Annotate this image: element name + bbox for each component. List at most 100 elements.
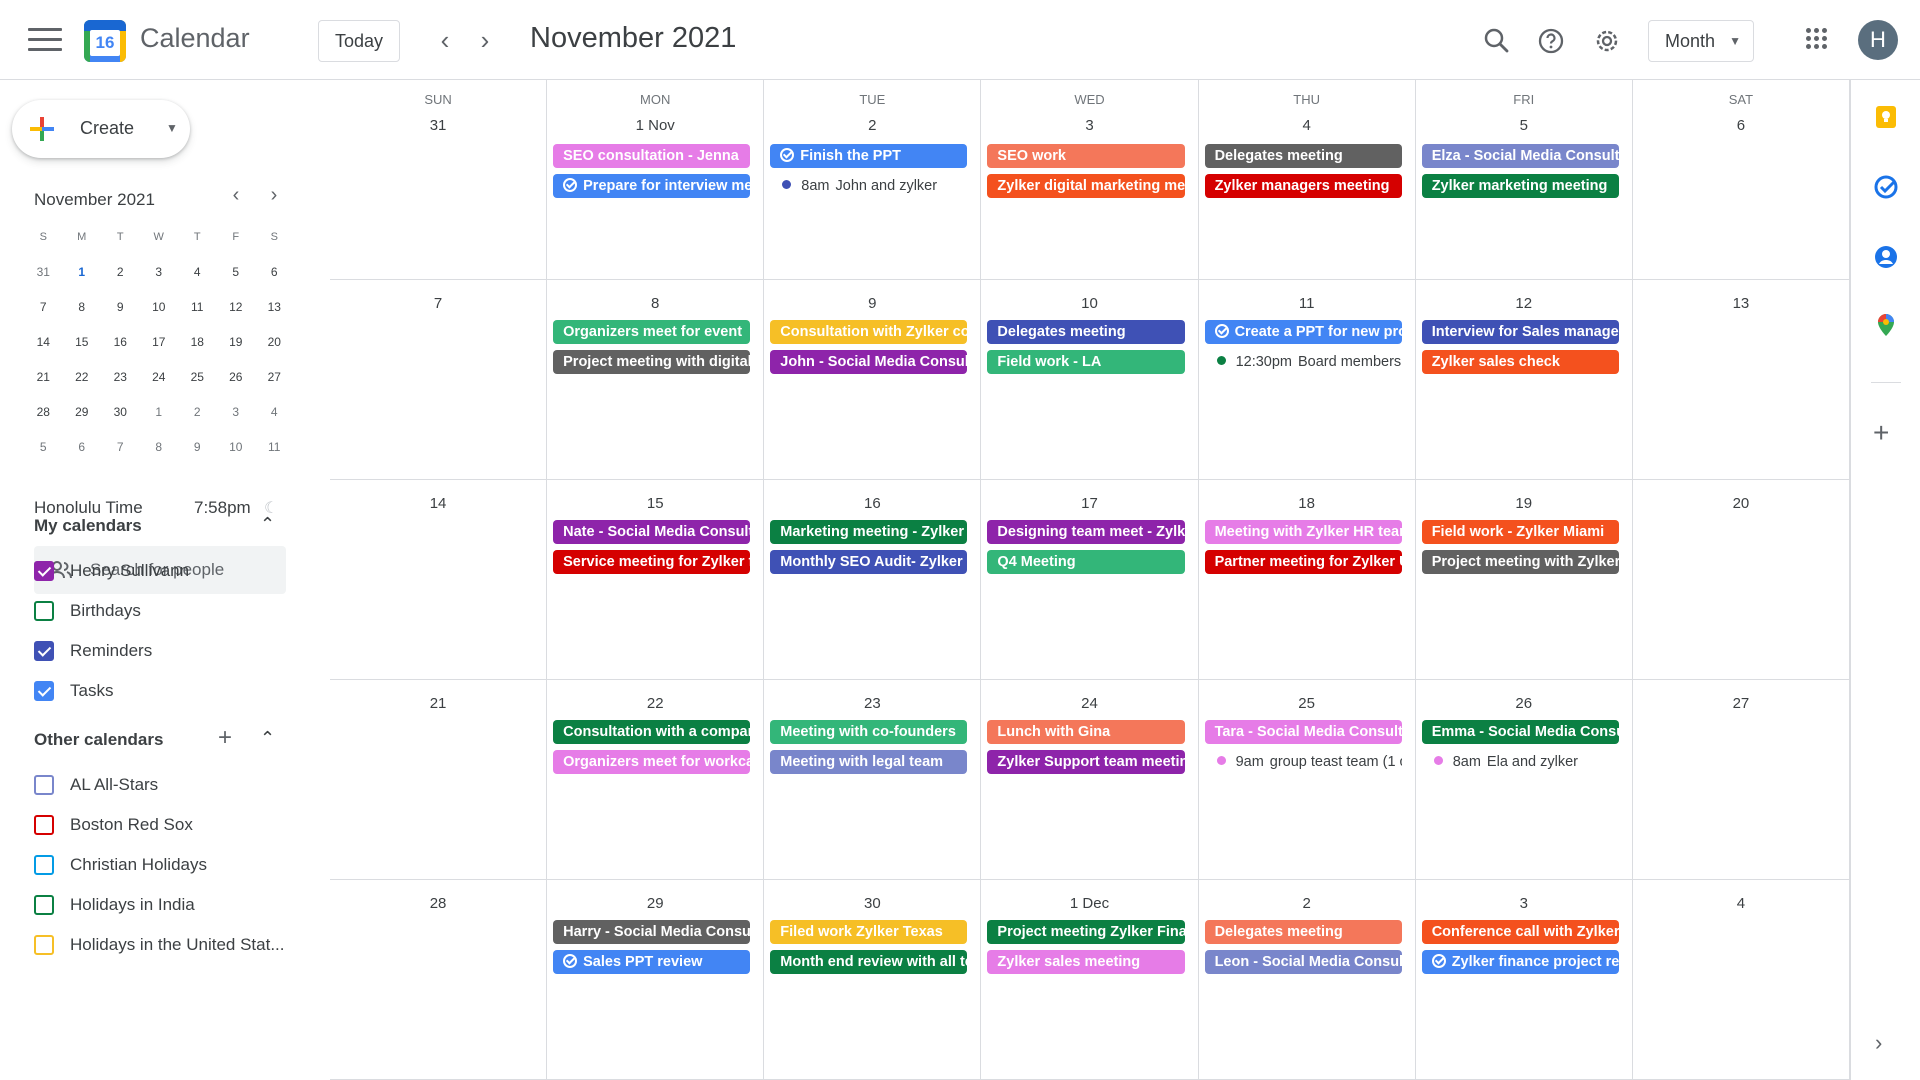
mini-calendar-day[interactable]: 1 [140,395,179,430]
calendar-checkbox[interactable] [34,681,54,701]
day-cell[interactable]: 12 Interview for Sales manager Zylker sale… [1415,280,1633,480]
event-chip[interactable]: Conference call with Zylker [1421,920,1619,944]
event-chip[interactable]: Project meeting Zylker Fina [987,920,1185,944]
mini-calendar-day[interactable]: 15 [63,325,102,360]
main-menu-icon[interactable] [28,28,62,54]
search-icon[interactable] [1478,22,1516,60]
day-cell[interactable]: 1 Dec Project meeting Zylker Fina Zylker s… [981,880,1199,1080]
day-cell[interactable]: 27 [1632,680,1850,880]
day-cell[interactable]: 9 Consultation with Zylker cor John - Soci… [764,280,982,480]
calendar-list-item[interactable]: AL All-Stars [34,770,304,800]
mini-calendar-day[interactable]: 8 [63,290,102,325]
day-number[interactable]: 9 [764,295,980,312]
event-chip[interactable]: Meeting with co-founders [770,720,968,744]
task-chip[interactable]: Zylker finance project re [1421,950,1619,974]
mini-calendar-day[interactable]: 1 [63,255,102,290]
calendar-list-item[interactable]: Christian Holidays [34,850,304,880]
day-number[interactable]: 23 [764,695,980,712]
previous-period-button[interactable]: ‹ [428,24,462,58]
mini-calendar-day[interactable]: 3 [217,395,256,430]
mini-calendar-day[interactable]: 12 [217,290,256,325]
other-calendars-collapse-icon[interactable]: ⌃ [260,728,275,749]
day-cell[interactable]: 20 [1632,480,1850,680]
calendar-checkbox[interactable] [34,935,54,955]
task-chip[interactable]: Create a PPT for new pro [1204,320,1402,344]
day-number[interactable]: 15 [547,495,763,512]
day-cell[interactable]: 28 [330,880,548,1080]
mini-calendar-day[interactable]: 22 [63,360,102,395]
view-selector[interactable]: Month ▼ [1648,20,1754,62]
keep-icon[interactable] [1873,104,1899,130]
day-number[interactable]: 20 [1633,495,1849,512]
add-addon-icon[interactable]: + [1873,419,1889,447]
help-icon[interactable] [1532,22,1570,60]
mini-calendar-day[interactable]: 4 [255,395,294,430]
day-cell[interactable]: WED 3 SEO work Zylker digital marketing me [981,80,1199,280]
event-chip[interactable]: Designing team meet - Zylk [987,520,1185,544]
mini-calendar-day[interactable]: 24 [140,360,179,395]
event-chip[interactable]: John - Social Media Consult [770,350,968,374]
event-chip[interactable]: Leon - Social Media Consult [1204,950,1402,974]
day-cell[interactable]: 16 Marketing meeting - Zylker Monthly SEO … [764,480,982,680]
mini-calendar-prev-button[interactable]: ‹ [222,184,250,207]
mini-calendar-day[interactable]: 21 [24,360,63,395]
day-number[interactable]: 14 [330,495,546,512]
calendar-list-item[interactable]: Tasks [34,676,304,706]
event-chip[interactable]: Field work - Zylker Miami [1421,520,1619,544]
timed-event[interactable]: 9am group teast team (1 c [1205,750,1402,774]
calendar-list-item[interactable]: Birthdays [34,596,304,626]
mini-calendar-day[interactable]: 7 [101,430,140,465]
day-number[interactable]: 1 Dec [981,895,1197,912]
mini-calendar-day[interactable]: 27 [255,360,294,395]
task-chip[interactable]: Sales PPT review [553,950,751,974]
google-apps-icon[interactable] [1806,28,1828,50]
event-chip[interactable]: SEO work [987,144,1185,168]
day-number[interactable]: 3 [981,117,1197,134]
day-cell[interactable]: 14 [330,480,548,680]
mini-calendar-day[interactable]: 29 [63,395,102,430]
event-chip[interactable]: Project meeting with Zylker [1421,550,1619,574]
event-chip[interactable]: Filed work Zylker Texas [770,920,968,944]
expand-panel-icon[interactable]: › [1875,1030,1882,1056]
event-chip[interactable]: Partner meeting for Zylker U [1204,550,1402,574]
day-number[interactable]: 4 [1199,117,1415,134]
calendar-checkbox[interactable] [34,641,54,661]
mini-calendar-day[interactable]: 16 [101,325,140,360]
event-chip[interactable]: Organizers meet for event [553,320,751,344]
mini-calendar-day[interactable]: 8 [140,430,179,465]
day-cell[interactable]: 18 Meeting with Zylker HR tear Partner mee… [1198,480,1416,680]
day-number[interactable]: 2 [764,117,980,134]
day-cell[interactable]: 11 Create a PPT for new pro 12:30pm Board m… [1198,280,1416,480]
timed-event[interactable]: 8am John and zylker [770,174,967,198]
day-number[interactable]: 10 [981,295,1197,312]
mini-calendar-day[interactable]: 9 [178,430,217,465]
event-chip[interactable]: Zylker managers meeting [1204,174,1402,198]
calendar-list-item[interactable]: Reminders [34,636,304,666]
day-cell[interactable]: THU 4 Delegates meeting Zylker managers mee… [1198,80,1416,280]
mini-calendar-day[interactable]: 10 [140,290,179,325]
day-cell[interactable]: 24 Lunch with Gina Zylker Support team mee… [981,680,1199,880]
event-chip[interactable]: Zylker marketing meeting [1421,174,1619,198]
day-cell[interactable]: 23 Meeting with co-founders Meeting with l… [764,680,982,880]
calendar-list-item[interactable]: Holidays in the United Stat... [34,930,304,960]
mini-calendar-day[interactable]: 25 [178,360,217,395]
event-chip[interactable]: Meeting with Zylker HR tear [1204,520,1402,544]
day-number[interactable]: 26 [1416,695,1632,712]
day-cell[interactable]: 4 [1632,880,1850,1080]
calendar-checkbox[interactable] [34,895,54,915]
day-number[interactable]: 5 [1416,117,1632,134]
day-cell[interactable]: 8 Organizers meet for event Project meetin… [547,280,765,480]
calendar-checkbox[interactable] [34,815,54,835]
event-chip[interactable]: Tara - Social Media Consult [1204,720,1402,744]
day-cell[interactable]: 3 Conference call with Zylker Zylker finan… [1415,880,1633,1080]
timed-event[interactable]: 8am Ela and zylker [1422,750,1619,774]
day-number[interactable]: 25 [1199,695,1415,712]
next-period-button[interactable]: › [468,24,502,58]
mini-calendar-day[interactable]: 11 [255,430,294,465]
my-calendars-collapse-icon[interactable]: ⌃ [260,514,275,535]
today-button[interactable]: Today [318,20,400,62]
mini-calendar-day[interactable]: 19 [217,325,256,360]
day-number[interactable]: 3 [1416,895,1632,912]
mini-calendar-day[interactable]: 11 [178,290,217,325]
day-number[interactable]: 12 [1416,295,1632,312]
